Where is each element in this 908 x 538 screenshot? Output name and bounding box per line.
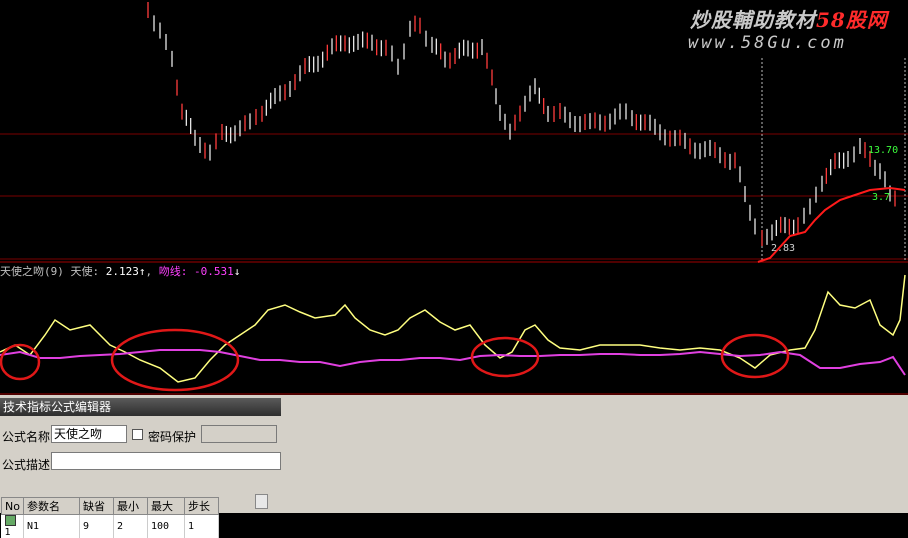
editor-title: 技术指标公式编辑器 — [0, 398, 281, 416]
price-label-high: 13.70 — [868, 145, 899, 156]
indicator-name: 天使之吻(9) — [0, 265, 64, 278]
formula-name-input[interactable]: 天使之吻 — [51, 425, 127, 443]
highlight-circle — [0, 343, 41, 381]
col-step: 步长 — [183, 497, 219, 515]
indicator-header: 天使之吻(9) 天使: 2.123↑, 吻线: -0.531↓ — [0, 265, 241, 278]
param-table: No 参数名 缺省 最小 最大 步长 1 N1 9 2 100 1 — [1, 497, 219, 538]
param-no: 1 — [1, 514, 24, 538]
param-row[interactable]: 1 N1 9 2 100 1 — [1, 514, 219, 538]
row-icon — [4, 515, 16, 526]
indicator-panel — [0, 274, 906, 392]
param-step-cell[interactable]: 1 — [184, 514, 219, 538]
watermark-title: 炒股輔助教材58股网 — [690, 8, 888, 32]
col-param-name: 参数名 — [22, 497, 80, 515]
param-name-cell[interactable]: N1 — [23, 514, 80, 538]
highlight-circle — [110, 328, 240, 392]
password-label: 密码保护 — [148, 430, 197, 444]
param-header-row: No 参数名 缺省 最小 最大 步长 — [1, 497, 219, 515]
line1-label: 天使: — [70, 265, 106, 278]
price-label-low: 2.83 — [771, 243, 796, 254]
formula-name-label: 公式名称 — [2, 430, 51, 444]
watermark-url: www.58Gu.com — [688, 33, 847, 53]
up-arrow-icon: ↑ — [138, 265, 146, 278]
col-min: 最小 — [112, 497, 148, 515]
down-arrow-icon: ↓ — [233, 265, 241, 278]
formula-editor: 技术指标公式编辑器 公式名称 天使之吻 密码保护 公式描述 No 参数名 缺省 … — [0, 395, 908, 538]
price-label-mid: 3.7 — [872, 192, 891, 203]
line1-curve — [0, 274, 906, 383]
password-input[interactable] — [201, 425, 277, 443]
password-checkbox[interactable] — [132, 429, 143, 440]
formula-desc-label: 公式描述 — [2, 458, 51, 472]
param-min-cell[interactable]: 2 — [113, 514, 148, 538]
stock-chart — [0, 2, 908, 395]
scrollbar-thumb[interactable] — [255, 494, 268, 509]
line2-value: -0.531 — [194, 265, 234, 278]
formula-desc-input[interactable] — [51, 452, 281, 470]
param-max-cell[interactable]: 100 — [147, 514, 185, 538]
col-max: 最大 — [146, 497, 185, 515]
col-default: 缺省 — [78, 497, 114, 515]
col-no: No — [1, 497, 24, 515]
param-default-cell[interactable]: 9 — [79, 514, 114, 538]
line2-curve — [0, 349, 906, 376]
line1-value: 2.123 — [105, 265, 139, 278]
editor-body: 公式名称 天使之吻 密码保护 公式描述 No 参数名 缺省 最小 最大 步长 1 — [0, 416, 281, 538]
line2-label: 吻线: — [158, 265, 194, 278]
